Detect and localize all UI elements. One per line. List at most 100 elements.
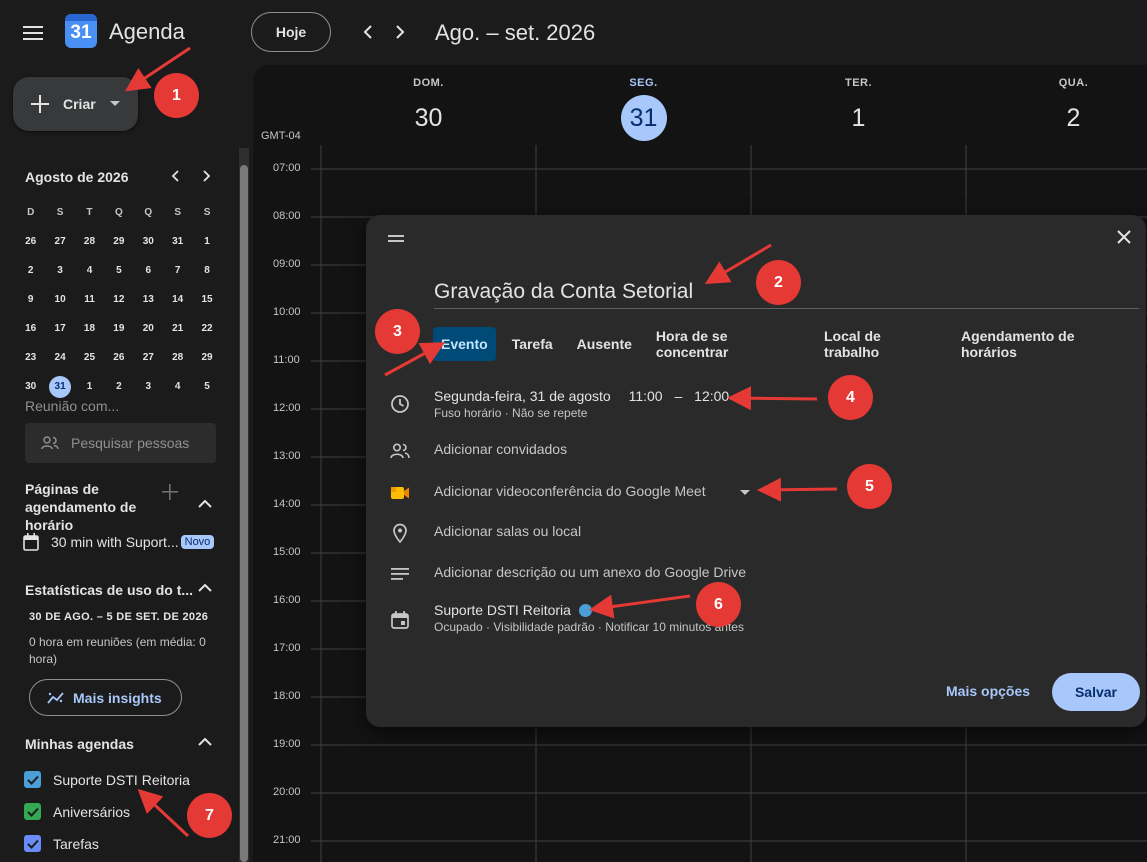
mini-calendar-day[interactable]: 12: [104, 285, 133, 314]
day-number[interactable]: 31: [620, 95, 667, 141]
mini-calendar-day[interactable]: 5: [104, 256, 133, 285]
hour-label: 16:00: [273, 594, 301, 606]
mini-calendar-day[interactable]: 15: [192, 285, 221, 314]
mini-calendar-day[interactable]: 29: [104, 227, 133, 256]
mini-calendar-day[interactable]: 4: [75, 256, 104, 285]
day-number[interactable]: 30: [406, 95, 452, 141]
sidebar-scroll-thumb[interactable]: [240, 165, 248, 862]
mini-calendar-day[interactable]: 28: [163, 343, 192, 372]
day-header-sun[interactable]: DOM. 30: [321, 77, 536, 141]
event-end-time[interactable]: 12:00: [694, 388, 729, 404]
booking-page-item[interactable]: 30 min with Suport... Novo: [23, 533, 215, 551]
calendar-checkbox[interactable]: [24, 771, 41, 788]
save-button[interactable]: Salvar: [1052, 673, 1140, 711]
event-date[interactable]: Segunda-feira, 31 de agosto: [434, 388, 611, 404]
calendar-checkbox[interactable]: [24, 835, 41, 852]
people-search-input[interactable]: Pesquisar pessoas: [25, 423, 216, 463]
mini-calendar-day[interactable]: 14: [163, 285, 192, 314]
previous-period-button[interactable]: [354, 18, 382, 46]
main-menu-button[interactable]: [16, 16, 50, 50]
mini-calendar-day[interactable]: 26: [16, 227, 45, 256]
mini-calendar-day[interactable]: 1: [192, 227, 221, 256]
event-start-time[interactable]: 11:00: [629, 388, 663, 404]
new-badge: Novo: [180, 535, 215, 549]
chevron-left-icon: [171, 170, 179, 182]
mini-calendar-day[interactable]: 13: [134, 285, 163, 314]
close-dialog-button[interactable]: [1117, 230, 1137, 250]
add-booking-page-button[interactable]: [162, 484, 178, 500]
day-header-wed[interactable]: QUA. 2: [966, 77, 1147, 141]
calendar-color-dot[interactable]: [578, 603, 592, 617]
quick-event-dialog: Evento Tarefa Ausente Hora de se concent…: [366, 215, 1146, 727]
location-row[interactable]: Adicionar salas ou local: [388, 521, 581, 545]
mini-calendar-day[interactable]: 30: [16, 372, 45, 401]
more-insights-button[interactable]: Mais insights: [29, 679, 182, 716]
mini-calendar-day[interactable]: 6: [134, 256, 163, 285]
mini-calendar-day[interactable]: 30: [134, 227, 163, 256]
mini-calendar-day[interactable]: 9: [16, 285, 45, 314]
mini-calendar-prev[interactable]: [168, 168, 184, 184]
mini-calendar-day[interactable]: 25: [75, 343, 104, 372]
day-header-mon[interactable]: SEG. 31: [536, 77, 751, 141]
mini-calendar-day[interactable]: 8: [192, 256, 221, 285]
mini-calendar-day[interactable]: 17: [45, 314, 74, 343]
mini-calendar-day[interactable]: 29: [192, 343, 221, 372]
guests-row[interactable]: Adicionar convidados: [388, 439, 567, 463]
calendar-checkbox[interactable]: [24, 803, 41, 820]
mini-calendar-day[interactable]: 27: [134, 343, 163, 372]
tab-foco[interactable]: Hora de se concentrar: [648, 327, 808, 361]
mini-calendar-day[interactable]: 31: [45, 372, 74, 401]
mini-calendar-day[interactable]: 2: [16, 256, 45, 285]
mini-calendar-day[interactable]: 18: [75, 314, 104, 343]
mini-calendar-day[interactable]: 16: [16, 314, 45, 343]
tab-ausente[interactable]: Ausente: [569, 327, 640, 361]
booking-collapse-button[interactable]: [197, 498, 213, 510]
calendar-item-tarefas[interactable]: Tarefas: [24, 835, 99, 852]
availability-info[interactable]: Ocupado · Visibilidade padrão · Notifica…: [434, 620, 744, 634]
mini-calendar-day[interactable]: 28: [75, 227, 104, 256]
mini-calendar-day[interactable]: 19: [104, 314, 133, 343]
meet-row[interactable]: Adicionar videoconferência do Google Mee…: [388, 481, 750, 505]
meet-dropdown[interactable]: [740, 490, 750, 496]
mini-calendar-day[interactable]: 3: [134, 372, 163, 401]
mini-calendar-day[interactable]: 22: [192, 314, 221, 343]
drag-handle[interactable]: [388, 235, 404, 243]
calendar-item-suporte[interactable]: Suporte DSTI Reitoria: [24, 771, 190, 788]
mini-calendar-day[interactable]: 11: [75, 285, 104, 314]
mini-calendar-day[interactable]: 10: [45, 285, 74, 314]
mini-calendar-next[interactable]: [198, 168, 214, 184]
more-options-button[interactable]: Mais opções: [946, 683, 1030, 699]
mini-calendar-day[interactable]: 24: [45, 343, 74, 372]
mini-calendar-day[interactable]: 26: [104, 343, 133, 372]
booking-page-label: 30 min with Suport...: [51, 534, 179, 550]
mini-calendar-day[interactable]: 31: [163, 227, 192, 256]
calendar-item-aniversarios[interactable]: Aniversários: [24, 803, 130, 820]
tab-agendamento[interactable]: Agendamento de horários: [953, 327, 1138, 361]
event-calendar-name[interactable]: Suporte DSTI Reitoria: [434, 602, 571, 618]
today-button[interactable]: Hoje: [251, 12, 331, 52]
mini-calendar-day[interactable]: 2: [104, 372, 133, 401]
datetime-row[interactable]: Segunda-feira, 31 de agosto 11:00 – 12:0…: [388, 388, 729, 420]
mini-calendar-day[interactable]: 23: [16, 343, 45, 372]
mini-calendar-day[interactable]: 21: [163, 314, 192, 343]
mini-calendar-day[interactable]: 1: [75, 372, 104, 401]
description-row[interactable]: Adicionar descrição ou um anexo do Googl…: [388, 562, 746, 586]
mini-calendar-day[interactable]: 5: [192, 372, 221, 401]
day-number[interactable]: 1: [836, 95, 882, 141]
stats-collapse-button[interactable]: [197, 582, 213, 594]
next-period-button[interactable]: [386, 18, 414, 46]
day-header-tue[interactable]: TER. 1: [751, 77, 966, 141]
my-calendars-collapse-button[interactable]: [197, 736, 213, 748]
mini-calendar-day[interactable]: 3: [45, 256, 74, 285]
tab-local-trabalho[interactable]: Local de trabalho: [816, 327, 945, 361]
create-button[interactable]: Criar: [13, 77, 138, 131]
calendar-row[interactable]: Suporte DSTI Reitoria Ocupado · Visibili…: [388, 602, 744, 634]
tab-evento[interactable]: Evento: [433, 327, 496, 361]
timezone-repeat-info[interactable]: Fuso horário · Não se repete: [434, 406, 729, 420]
day-number[interactable]: 2: [1051, 95, 1097, 141]
mini-calendar-day[interactable]: 4: [163, 372, 192, 401]
tab-tarefa[interactable]: Tarefa: [504, 327, 561, 361]
mini-calendar-day[interactable]: 27: [45, 227, 74, 256]
mini-calendar-day[interactable]: 7: [163, 256, 192, 285]
mini-calendar-day[interactable]: 20: [134, 314, 163, 343]
